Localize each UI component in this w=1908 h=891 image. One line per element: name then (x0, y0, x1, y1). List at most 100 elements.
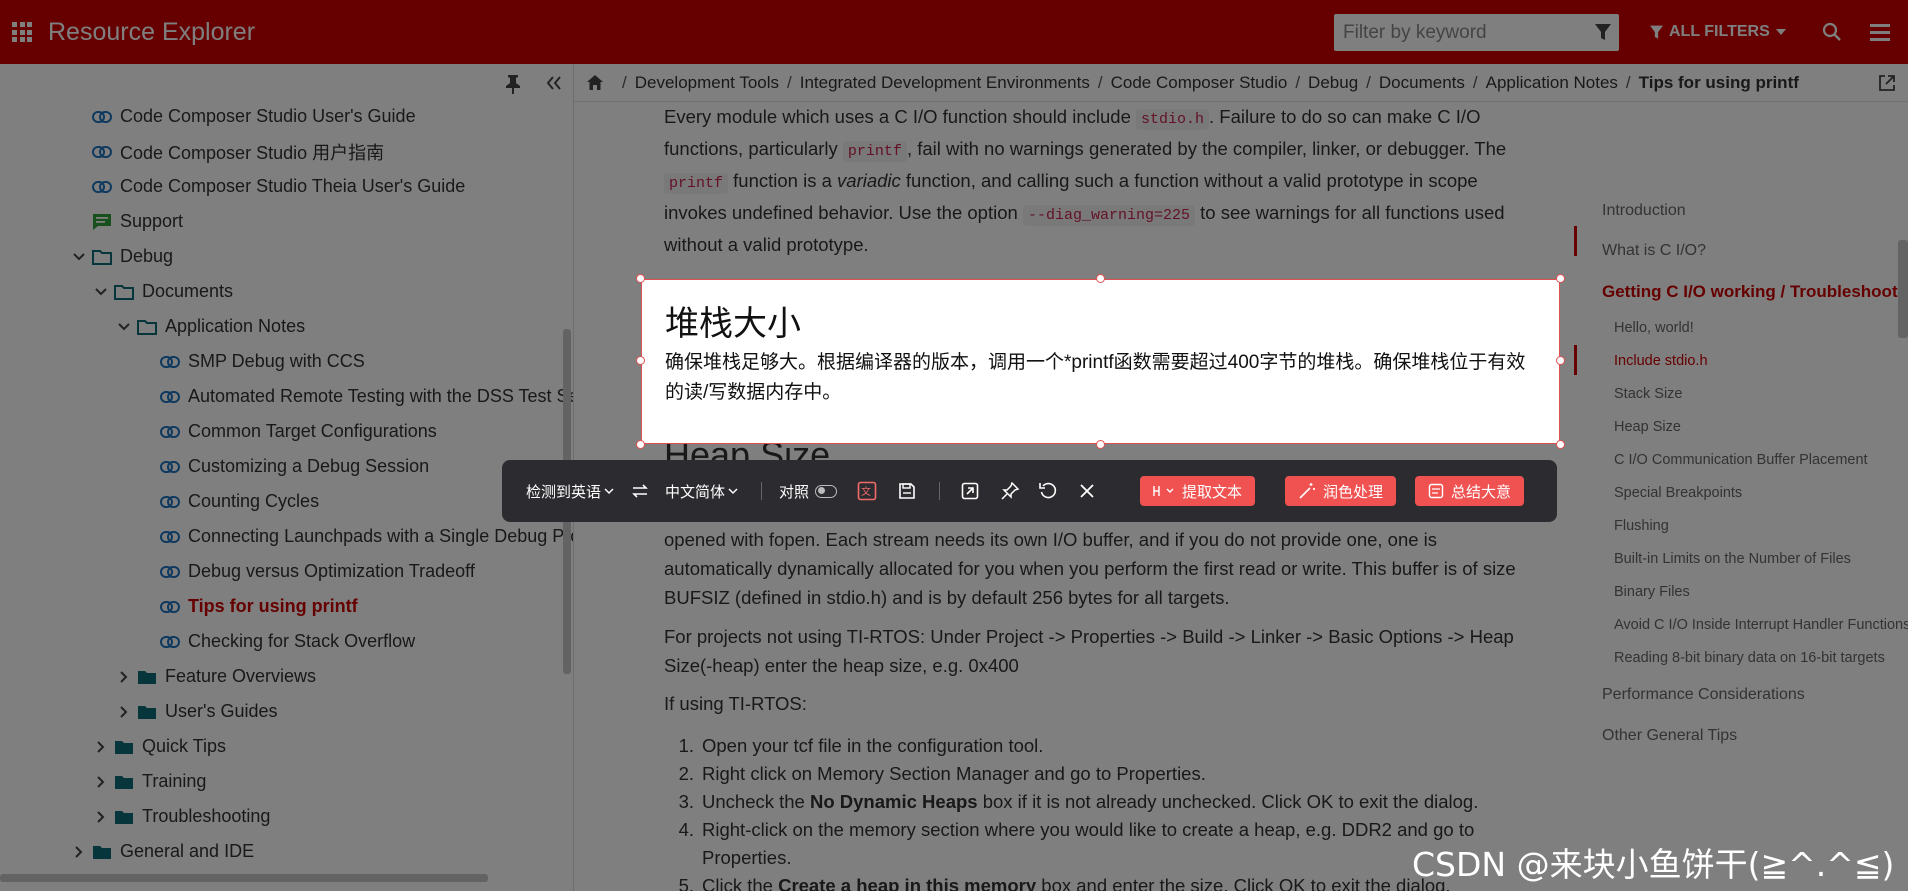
filter-funnel-icon[interactable] (1595, 24, 1611, 46)
top-bar: Resource Explorer ALL FILTERS (0, 0, 1908, 64)
target-language-dropdown[interactable]: 中文简体 (665, 460, 738, 522)
chevron-right-icon[interactable] (72, 845, 86, 858)
tree-item-counting-cycles[interactable]: Counting Cycles (160, 484, 319, 519)
polish-button[interactable]: 润色处理 (1285, 476, 1397, 506)
breadcrumb-item[interactable]: Development Tools (635, 73, 779, 93)
include-stdio-paragraph: Every module which uses a C I/O function… (664, 102, 1544, 259)
tree-item-ccs-users-guide-cn[interactable]: Code Composer Studio 用户指南 (92, 134, 384, 169)
filter-input[interactable] (1334, 14, 1574, 51)
toc-subitem[interactable]: Stack Size (1614, 386, 1683, 402)
home-icon[interactable] (586, 74, 604, 91)
tree-item-quick-tips[interactable]: Quick Tips (94, 729, 226, 764)
pin-icon[interactable] (1001, 460, 1019, 522)
toc-active-indicator (1574, 226, 1577, 256)
tree-item-ccs-users-guide[interactable]: Code Composer Studio User's Guide (92, 99, 416, 134)
resize-handle[interactable] (1556, 274, 1565, 283)
chevron-right-icon[interactable] (117, 705, 131, 718)
tree-item-label: Connecting Launchpads with a Single Debu… (188, 526, 574, 546)
chevron-down-icon[interactable] (72, 252, 86, 261)
breadcrumb-item[interactable]: Debug (1308, 73, 1358, 93)
source-language-dropdown[interactable]: 检测到英语 (526, 460, 614, 522)
tree-item-general-and-ide[interactable]: General and IDE (72, 834, 254, 869)
tree-item-debug[interactable]: Debug (72, 239, 173, 274)
chevron-right-icon[interactable] (94, 775, 108, 788)
toc-subitem[interactable]: Reading 8-bit binary data on 16-bit targ… (1614, 650, 1885, 666)
content-vertical-scrollbar[interactable] (1898, 240, 1908, 338)
resize-handle[interactable] (1096, 440, 1105, 449)
toc-subitem-active[interactable]: Include stdio.h (1614, 353, 1708, 369)
tree-item-application-notes[interactable]: Application Notes (117, 309, 305, 344)
resize-handle[interactable] (636, 274, 645, 283)
extract-text-button[interactable]: 提取文本 (1140, 476, 1256, 506)
swap-languages-icon[interactable] (632, 460, 648, 522)
tree-item-debug-vs-optimization[interactable]: Debug versus Optimization Tradeoff (160, 554, 475, 589)
polish-label: 润色处理 (1323, 483, 1384, 501)
folder-outline-icon (137, 319, 157, 335)
toc-subitem[interactable]: Hello, world! (1614, 320, 1694, 336)
breadcrumb-item[interactable]: Code Composer Studio (1111, 73, 1288, 93)
toc-item[interactable]: Performance Considerations (1602, 686, 1805, 704)
sidebar-horizontal-scrollbar[interactable] (0, 874, 488, 882)
toc-item[interactable]: Other General Tips (1602, 727, 1737, 745)
save-icon[interactable] (898, 460, 916, 522)
toc-item-active[interactable]: Getting C I/O working / Troubleshooting (1602, 282, 1908, 302)
undo-icon[interactable] (1039, 460, 1057, 522)
tree-item-common-target-configs[interactable]: Common Target Configurations (160, 414, 437, 449)
link-icon (160, 565, 180, 578)
chevron-right-icon[interactable] (94, 810, 108, 823)
close-icon[interactable] (1079, 460, 1095, 522)
tree-item-automated-remote-testing[interactable]: Automated Remote Testing with the DSS Te… (160, 379, 573, 414)
toc-subitem[interactable]: Special Breakpoints (1614, 485, 1742, 501)
toc-subitem[interactable]: Binary Files (1614, 584, 1690, 600)
tree-item-label: SMP Debug with CCS (188, 351, 365, 371)
breadcrumb-item[interactable]: Application Notes (1486, 73, 1618, 93)
tree-item-feature-overviews[interactable]: Feature Overviews (117, 659, 316, 694)
resize-handle[interactable] (1556, 356, 1565, 365)
inline-code: stdio.h (1136, 109, 1210, 130)
tree-item-smp-debug[interactable]: SMP Debug with CCS (160, 344, 365, 379)
chevron-down-icon[interactable] (94, 287, 108, 296)
toc-subitem[interactable]: Heap Size (1614, 419, 1681, 435)
toc-subitem[interactable]: Flushing (1614, 518, 1669, 534)
search-icon[interactable] (1822, 22, 1842, 47)
tree-item-connecting-launchpads[interactable]: Connecting Launchpads with a Single Debu… (160, 519, 574, 554)
toc-subitem[interactable]: C I/O Communication Buffer Placement (1614, 452, 1868, 468)
emphasis: variadic (837, 170, 901, 191)
pin-icon[interactable] (505, 74, 521, 99)
resize-handle[interactable] (1556, 440, 1565, 449)
resize-handle[interactable] (636, 440, 645, 449)
breadcrumb-item[interactable]: Integrated Development Environments (800, 73, 1090, 93)
toc-subitem[interactable]: Avoid C I/O Inside Interrupt Handler Fun… (1614, 617, 1908, 633)
tree-item-label: Training (142, 771, 207, 791)
toc-item[interactable]: What is C I/O? (1602, 242, 1706, 260)
resize-handle[interactable] (636, 356, 645, 365)
summarize-button[interactable]: 总结大意 (1415, 476, 1525, 506)
chevron-right-icon[interactable] (117, 670, 131, 683)
toc-item[interactable]: Introduction (1602, 202, 1686, 220)
open-window-icon[interactable] (961, 460, 979, 522)
translation-selection-box[interactable]: 堆栈大小 确保堆栈足够大。根据编译器的版本，调用一个*printf函数需要超过4… (636, 274, 1565, 449)
collapse-sidebar-icon[interactable] (546, 76, 562, 95)
resize-handle[interactable] (1096, 274, 1105, 283)
hamburger-menu-icon[interactable] (1870, 24, 1890, 45)
compare-toggle[interactable]: 对照 (779, 460, 838, 522)
all-filters-button[interactable]: ALL FILTERS (1650, 18, 1786, 46)
tree-item-ccs-theia-guide[interactable]: Code Composer Studio Theia User's Guide (92, 169, 465, 204)
tree-item-support[interactable]: Support (92, 204, 183, 239)
apps-grid-icon[interactable] (12, 22, 32, 42)
toggle-switch[interactable] (815, 484, 838, 498)
tree-item-users-guides[interactable]: User's Guides (117, 694, 277, 729)
chevron-right-icon[interactable] (94, 740, 108, 753)
tree-item-checking-stack-overflow[interactable]: Checking for Stack Overflow (160, 624, 415, 659)
breadcrumb-item[interactable]: Documents (1379, 73, 1465, 93)
chevron-down-icon[interactable] (117, 322, 131, 331)
translate-image-icon[interactable]: 文 (857, 460, 877, 522)
tree-item-customizing-debug-session[interactable]: Customizing a Debug Session (160, 449, 429, 484)
tree-item-tips-for-printf[interactable]: Tips for using printf (160, 589, 358, 624)
toc-subitem[interactable]: Built-in Limits on the Number of Files (1614, 551, 1851, 567)
tree-item-documents[interactable]: Documents (94, 274, 233, 309)
tree-item-training[interactable]: Training (94, 764, 206, 799)
chevron-down-icon (604, 487, 614, 494)
open-external-icon[interactable] (1878, 74, 1896, 97)
tree-item-troubleshooting[interactable]: Troubleshooting (94, 799, 270, 834)
